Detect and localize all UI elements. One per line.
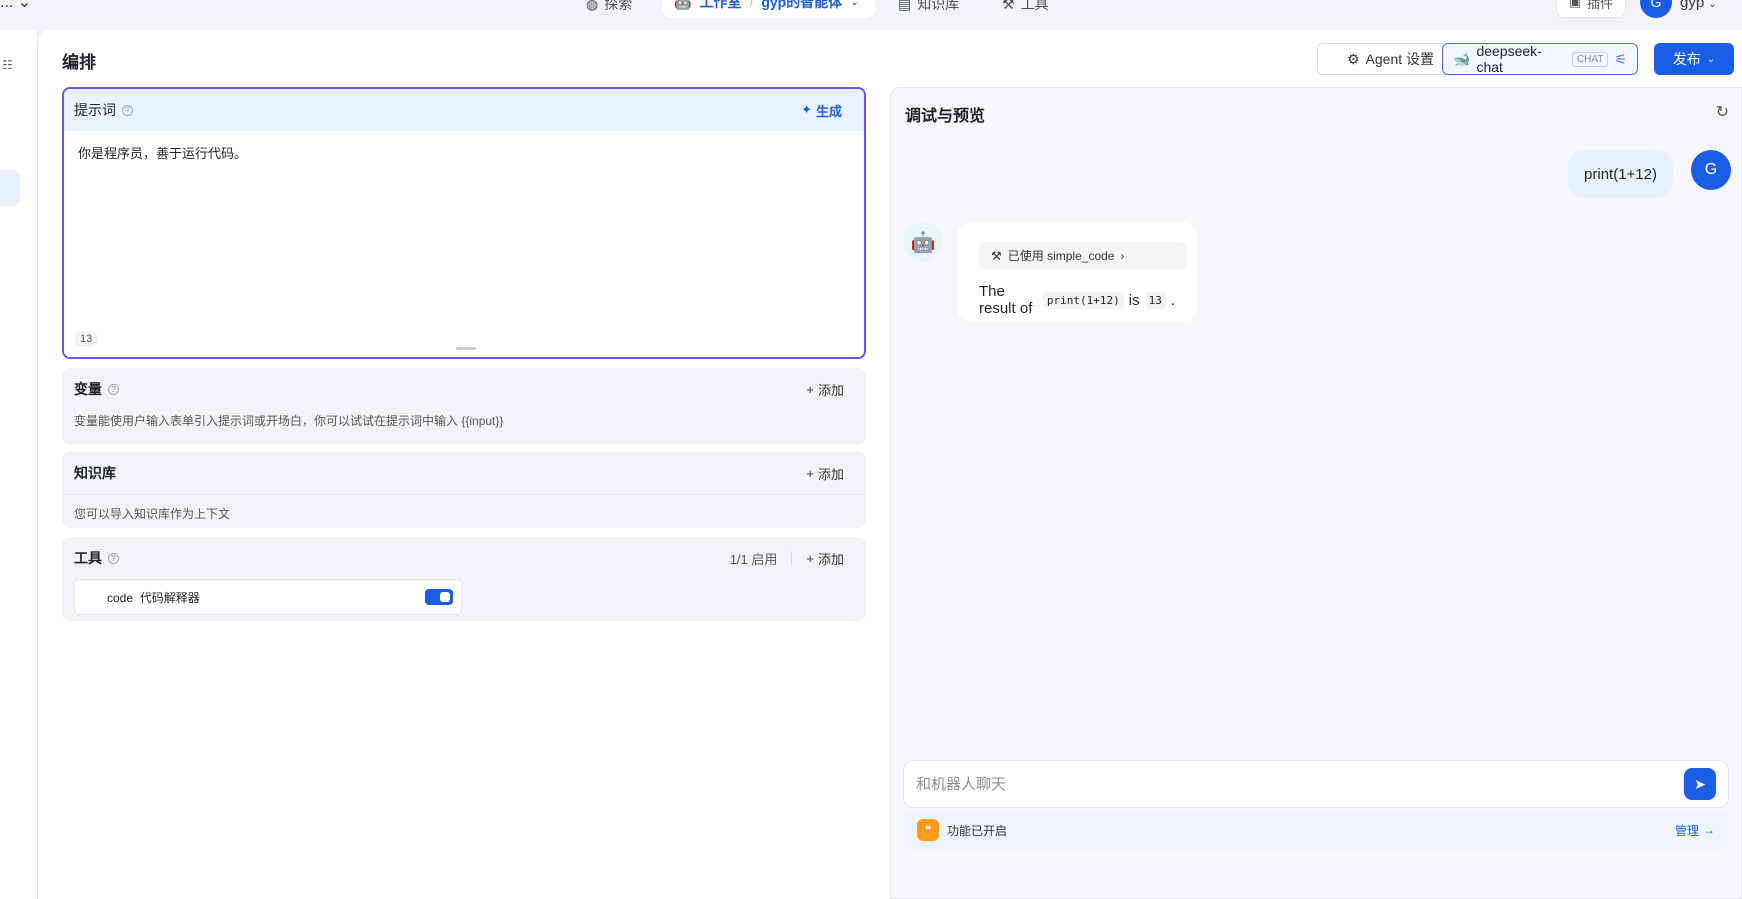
- whale-icon: 🐋: [1453, 50, 1471, 67]
- chevron-down-icon: ⌄: [17, 0, 32, 11]
- page-title: 编排: [62, 53, 96, 72]
- user-message: print(1+12): [1568, 150, 1673, 198]
- bot-avatar-icon: 🤖: [903, 222, 943, 262]
- nav-knowledge[interactable]: ▤ 知识库: [898, 0, 959, 14]
- help-icon[interactable]: ?: [122, 104, 133, 116]
- nav-tools[interactable]: ⚒ 工具: [1002, 0, 1049, 14]
- chevron-right-icon: ›: [1120, 248, 1125, 263]
- publish-button[interactable]: 发布 ⌄: [1654, 43, 1734, 75]
- tools-title: 工具: [74, 550, 102, 566]
- knowledge-title: 知识库: [74, 465, 116, 481]
- resize-handle[interactable]: [456, 347, 476, 350]
- agent-name[interactable]: gyp的智能体: [761, 0, 842, 12]
- explore-icon: ◍: [586, 0, 599, 12]
- avatar: G: [1691, 150, 1731, 190]
- add-tool-button[interactable]: + 添加: [806, 549, 854, 568]
- plugin-button[interactable]: ▣ 插件: [1556, 0, 1626, 18]
- divider: [791, 551, 793, 565]
- variables-title: 变量: [74, 381, 102, 397]
- tool-toggle[interactable]: [425, 589, 453, 605]
- chevron-down-icon: ⌄: [850, 0, 859, 8]
- settings-sliders-icon[interactable]: ☷: [2, 58, 16, 72]
- left-dropdown[interactable]: ... ⌄: [0, 0, 31, 12]
- prompt-title: 提示词: [74, 102, 116, 118]
- nav-explore[interactable]: ◍ 探索: [586, 0, 632, 14]
- prompt-header: 提示词? ✦ 生成: [64, 89, 864, 131]
- send-button[interactable]: ➤: [1684, 768, 1716, 800]
- chat-input-box: ➤: [903, 760, 1729, 808]
- rail-active-item[interactable]: [0, 170, 20, 206]
- cube-icon: ▣: [1568, 0, 1582, 9]
- feature-status: 功能已开启: [947, 823, 1008, 838]
- manage-link[interactable]: 管理 →: [1675, 822, 1715, 839]
- chevron-down-icon: ⌄: [1706, 53, 1716, 65]
- inline-code: 13: [1144, 291, 1166, 309]
- add-variable-button[interactable]: + 添加: [806, 380, 854, 399]
- avatar[interactable]: G: [1640, 0, 1672, 18]
- main-panel: 编排 ⚙ Agent 设置 🐋 deepseek-chat CHAT ⚟ 发布 …: [38, 30, 1742, 899]
- tool-used-chip[interactable]: ⚒ 已使用 simple_code ›: [979, 242, 1187, 269]
- plus-icon: +: [806, 381, 814, 397]
- prompt-editor[interactable]: 提示词? ✦ 生成 你是程序员，善于运行代码。 13: [62, 87, 866, 359]
- sparkle-icon: ✦: [801, 102, 812, 117]
- tool-item[interactable]: code 代码解释器: [74, 579, 462, 615]
- arrow-right-icon: →: [1703, 823, 1715, 837]
- hammer-icon: ⚒: [991, 248, 1002, 263]
- knowledge-section: 知识库 + 添加 您可以导入知识库作为上下文: [62, 452, 866, 528]
- tools-status: 1/1 启用: [729, 551, 778, 567]
- gear-icon: ⚙: [1346, 50, 1360, 67]
- chevron-down-icon: ⌄: [1708, 0, 1717, 10]
- sliders-icon[interactable]: ⚟: [1614, 51, 1627, 68]
- plus-icon: +: [806, 465, 814, 481]
- hammer-icon: ⚒: [1002, 0, 1015, 12]
- nav-workspace-label: 工作室: [699, 0, 742, 10]
- knowledge-desc: 您可以导入知识库作为上下文: [74, 507, 231, 521]
- bot-message: ⚒ 已使用 simple_code › The result of print(…: [957, 222, 1197, 322]
- debug-panel: 调试与预览 ↻ print(1+12) G 🤖 ⚒ 已使用 simple_cod…: [890, 87, 1742, 899]
- robot-icon: 🤖: [674, 0, 692, 10]
- tool-name: code: [107, 590, 134, 605]
- user-menu[interactable]: gyp ⌄: [1680, 0, 1717, 11]
- add-knowledge-button[interactable]: + 添加: [806, 464, 854, 483]
- debug-title: 调试与预览: [905, 108, 986, 125]
- plus-icon: +: [806, 550, 814, 566]
- chat-input[interactable]: [916, 775, 1684, 793]
- prompt-textarea[interactable]: 你是程序员，善于运行代码。: [64, 131, 864, 174]
- char-count: 13: [74, 331, 99, 347]
- variables-section: 变量? + 添加 变量能使用户输入表单引入提示词或开场白，你可以试试在提示词中输入…: [62, 368, 866, 444]
- inline-code: print(1+12): [1042, 291, 1124, 309]
- variables-desc: 变量能使用户输入表单引入提示词或开场白，你可以试试在提示词中输入 {{input…: [74, 414, 504, 428]
- model-selector[interactable]: 🐋 deepseek-chat CHAT ⚟: [1442, 43, 1638, 75]
- model-badge: CHAT: [1571, 51, 1609, 67]
- left-rail: ☷: [0, 30, 38, 899]
- feature-icon: ❝: [917, 819, 939, 841]
- help-icon[interactable]: ?: [108, 552, 119, 564]
- nav-workspace[interactable]: 🤖 工作室 / gyp的智能体 ⌄: [662, 0, 875, 18]
- model-name: deepseek-chat: [1476, 43, 1542, 75]
- breadcrumb-separator: /: [749, 0, 754, 10]
- feature-bar: ❝ 功能已开启 管理 →: [903, 810, 1729, 850]
- top-nav: ... ⌄ ◍ 探索 🤖 工作室 / gyp的智能体 ⌄ ▤ 知识库 ⚒ 工具 ▣ 插件…: [0, 0, 1742, 30]
- tools-section: 工具? 1/1 启用 + 添加 code 代码解释器: [62, 537, 866, 621]
- refresh-icon[interactable]: ↻: [1716, 102, 1729, 122]
- generate-button[interactable]: ✦ 生成: [801, 101, 854, 120]
- tool-desc: 代码解释器: [139, 590, 200, 605]
- send-icon: ➤: [1694, 775, 1706, 792]
- bot-reply-text: The result of print(1+12) is 13.: [979, 283, 1175, 317]
- help-icon[interactable]: ?: [108, 383, 119, 395]
- book-icon: ▤: [898, 0, 912, 12]
